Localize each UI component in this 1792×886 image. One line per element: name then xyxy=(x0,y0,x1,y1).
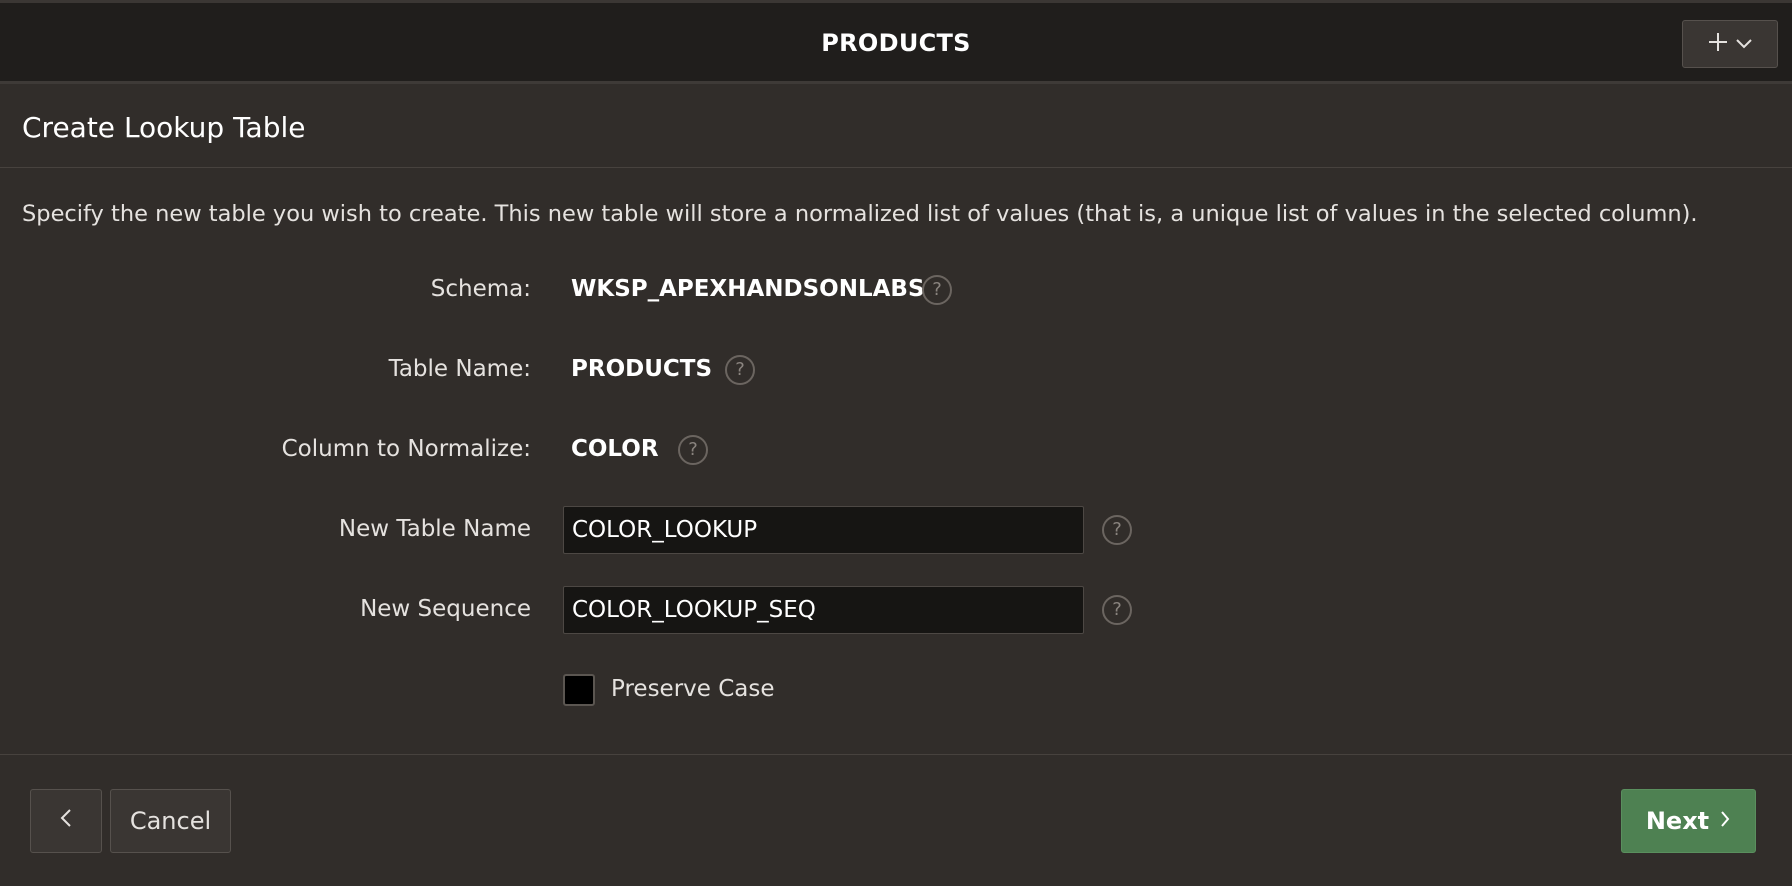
page-title: PRODUCTS xyxy=(821,29,971,57)
column-value: COLOR xyxy=(571,436,659,462)
preserve-case-label[interactable]: Preserve Case xyxy=(611,676,775,702)
plus-icon xyxy=(1707,31,1729,57)
schema-help-icon[interactable]: ? xyxy=(922,275,952,305)
new-table-name-help-icon[interactable]: ? xyxy=(1102,515,1132,545)
schema-value: WKSP_APEXHANDSONLABS xyxy=(571,276,925,302)
region-header: Create Lookup Table xyxy=(0,84,1792,168)
chevron-down-icon xyxy=(1735,35,1753,54)
new-sequence-input[interactable] xyxy=(563,586,1084,634)
new-table-name-label: New Table Name xyxy=(338,516,531,542)
column-label: Column to Normalize: xyxy=(281,436,531,462)
new-sequence-help-icon[interactable]: ? xyxy=(1102,595,1132,625)
next-button[interactable]: Next xyxy=(1621,789,1756,853)
instructions-text: Specify the new table you wish to create… xyxy=(22,201,1698,227)
next-button-label: Next xyxy=(1645,807,1710,835)
new-table-name-input[interactable] xyxy=(563,506,1084,554)
cancel-button-label: Cancel xyxy=(129,807,212,835)
new-sequence-label: New Sequence xyxy=(360,596,531,622)
top-bar: PRODUCTS xyxy=(0,0,1792,84)
table-name-value: PRODUCTS xyxy=(571,356,713,382)
schema-label: Schema: xyxy=(430,276,531,302)
button-bar: Cancel Next xyxy=(0,754,1792,886)
column-help-icon[interactable]: ? xyxy=(678,435,708,465)
region-title: Create Lookup Table xyxy=(22,111,306,144)
back-button[interactable] xyxy=(30,789,102,853)
preserve-case-checkbox[interactable] xyxy=(563,674,595,706)
chevron-left-icon xyxy=(59,807,73,835)
table-name-label: Table Name: xyxy=(388,356,531,382)
chevron-right-icon xyxy=(1719,807,1731,835)
table-name-help-icon[interactable]: ? xyxy=(725,355,755,385)
add-menu-button[interactable] xyxy=(1682,20,1778,68)
cancel-button[interactable]: Cancel xyxy=(110,789,231,853)
